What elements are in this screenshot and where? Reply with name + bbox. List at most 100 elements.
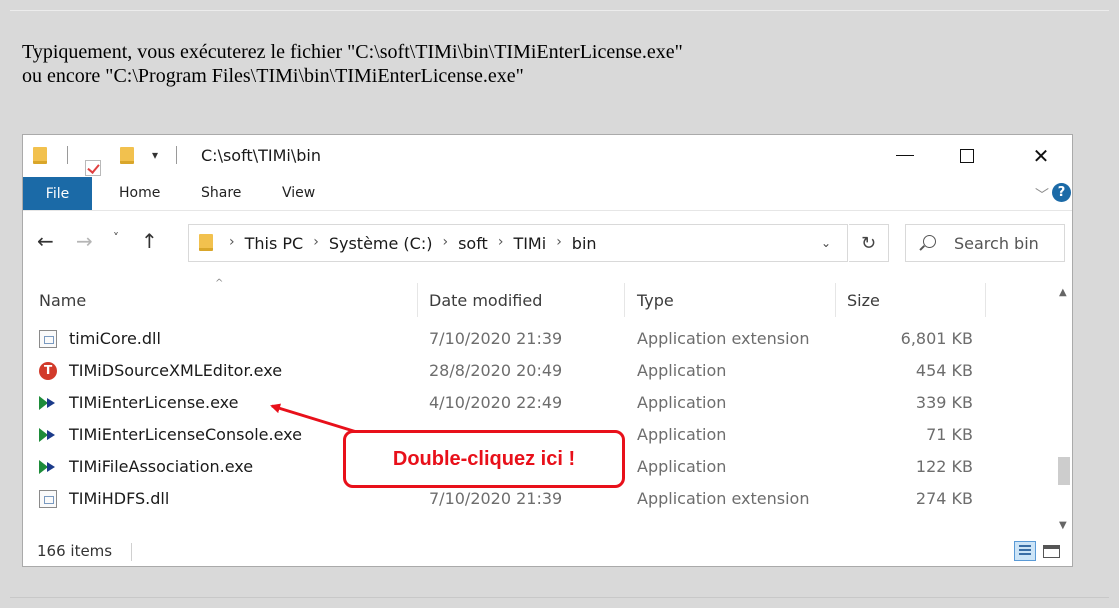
file-row[interactable]: timiCore.dll 7/10/2020 21:39 Application… xyxy=(23,322,1033,354)
title-bar: ▾ C:\soft\TIMi\bin ✕ xyxy=(23,135,1072,176)
folder-icon xyxy=(33,147,47,164)
column-header-type[interactable]: Type xyxy=(637,291,674,310)
minimize-button[interactable] xyxy=(875,135,935,176)
breadcrumb-separator[interactable]: › xyxy=(442,234,448,253)
separator xyxy=(176,146,177,164)
dll-icon xyxy=(39,490,57,508)
details-view-icon[interactable] xyxy=(1014,541,1036,561)
navigation-bar: ← → ˅ ↑ › This PC › Système (C:) › soft … xyxy=(23,212,1072,270)
file-size: 274 KB xyxy=(915,489,973,508)
help-icon[interactable]: ? xyxy=(1052,183,1071,202)
breadcrumb-separator: › xyxy=(229,234,235,250)
column-headers: Name Date modified Type Size xyxy=(23,283,1072,317)
separator xyxy=(67,146,68,164)
timi-app-icon xyxy=(39,362,57,380)
breadcrumb-bin[interactable]: bin xyxy=(572,234,597,253)
breadcrumb-separator[interactable]: › xyxy=(498,234,504,253)
tab-view[interactable]: View xyxy=(282,185,315,201)
file-type: Application extension xyxy=(637,489,810,508)
large-icons-view-icon[interactable] xyxy=(1041,541,1061,561)
timi-run-icon xyxy=(39,458,57,476)
search-icon xyxy=(923,235,936,248)
vertical-scrollbar[interactable]: ▲ ▼ xyxy=(1055,283,1072,533)
file-date: 7/10/2020 21:39 xyxy=(429,489,563,508)
column-divider[interactable] xyxy=(417,283,418,317)
tab-home[interactable]: Home xyxy=(119,185,160,201)
file-type: Application xyxy=(637,457,727,476)
intro-line-1: Typiquement, vous exécuterez le fichier … xyxy=(22,41,683,63)
column-header-date-modified[interactable]: Date modified xyxy=(429,291,542,310)
file-name: TIMiDSourceXMLEditor.exe xyxy=(69,361,283,380)
tab-file[interactable]: File xyxy=(23,177,92,210)
scroll-thumb[interactable] xyxy=(1058,457,1070,485)
intro-line-2: ou encore "C:\Program Files\TIMi\bin\TIM… xyxy=(22,65,524,87)
file-name: timiCore.dll xyxy=(69,329,161,348)
file-size: 71 KB xyxy=(926,425,973,444)
file-date: 7/10/2020 21:39 xyxy=(429,329,563,348)
search-input[interactable]: Search bin xyxy=(905,224,1065,262)
file-explorer-window: ▾ C:\soft\TIMi\bin ✕ File Home Share Vie… xyxy=(22,134,1073,567)
file-row[interactable]: TIMiDSourceXMLEditor.exe 28/8/2020 20:49… xyxy=(23,354,1033,386)
breadcrumb-separator[interactable]: › xyxy=(556,234,562,253)
close-button[interactable]: ✕ xyxy=(1011,135,1071,176)
scroll-down-icon[interactable]: ▼ xyxy=(1059,520,1067,531)
file-type: Application xyxy=(637,361,727,380)
file-row-timi-enter-license[interactable]: TIMiEnterLicense.exe 4/10/2020 22:49 App… xyxy=(23,386,1033,418)
column-header-size[interactable]: Size xyxy=(847,291,880,310)
new-folder-icon[interactable] xyxy=(120,147,134,164)
column-divider[interactable] xyxy=(624,283,625,317)
breadcrumb-soft[interactable]: soft xyxy=(458,234,488,253)
file-size: 6,801 KB xyxy=(900,329,973,348)
file-date: 28/8/2020 20:49 xyxy=(429,361,563,380)
folder-icon xyxy=(199,234,213,251)
file-name: TIMiHDFS.dll xyxy=(69,489,170,508)
quick-access-dropdown-icon[interactable]: ▾ xyxy=(152,148,158,162)
breadcrumb: › This PC › Système (C:) › soft › TIMi ›… xyxy=(229,234,597,253)
intro-text: Typiquement, vous exécuterez le fichier … xyxy=(22,40,683,88)
column-header-name[interactable]: Name xyxy=(39,291,86,310)
back-button[interactable]: ← xyxy=(37,229,54,253)
address-dropdown-icon[interactable]: ⌄ xyxy=(821,236,831,250)
file-size: 122 KB xyxy=(915,457,973,476)
maximize-button[interactable] xyxy=(937,135,997,176)
properties-icon[interactable] xyxy=(85,159,101,176)
recent-locations-icon[interactable]: ˅ xyxy=(113,231,119,245)
window-title: C:\soft\TIMi\bin xyxy=(201,146,321,165)
status-bar: 166 items xyxy=(23,535,1072,566)
file-name: TIMiEnterLicense.exe xyxy=(69,393,239,412)
file-name: TIMiFileAssociation.exe xyxy=(69,457,254,476)
timi-run-icon xyxy=(39,394,57,412)
file-type: Application xyxy=(637,425,727,444)
scroll-up-icon[interactable]: ▲ xyxy=(1059,287,1067,298)
timi-run-icon xyxy=(39,426,57,444)
forward-button[interactable]: → xyxy=(76,229,93,253)
refresh-icon: ↻ xyxy=(860,232,877,254)
minimize-icon xyxy=(896,155,914,156)
item-count: 166 items xyxy=(37,542,113,560)
expand-ribbon-icon[interactable]: ﹀ xyxy=(1035,185,1049,205)
breadcrumb-separator[interactable]: › xyxy=(313,234,319,253)
refresh-button[interactable]: ↻ xyxy=(849,224,889,262)
address-bar[interactable]: › This PC › Système (C:) › soft › TIMi ›… xyxy=(188,224,848,262)
column-divider[interactable] xyxy=(835,283,836,317)
search-placeholder: Search bin xyxy=(954,234,1039,253)
annotation-callout: Double-cliquez ici ! xyxy=(343,430,625,488)
ribbon-tabs: File Home Share View ﹀ ? xyxy=(23,176,1072,211)
tab-share[interactable]: Share xyxy=(201,185,241,201)
dll-icon xyxy=(39,330,57,348)
breadcrumb-this-pc[interactable]: This PC xyxy=(245,234,304,253)
file-type: Application xyxy=(637,393,727,412)
separator xyxy=(131,543,132,561)
annotation-callout-text: Double-cliquez ici ! xyxy=(392,447,576,470)
file-size: 454 KB xyxy=(915,361,973,380)
maximize-icon xyxy=(960,148,974,163)
file-type: Application extension xyxy=(637,329,810,348)
up-button[interactable]: ↑ xyxy=(141,229,158,253)
breadcrumb-systeme-c[interactable]: Système (C:) xyxy=(329,234,433,253)
file-size: 339 KB xyxy=(915,393,973,412)
file-name: TIMiEnterLicenseConsole.exe xyxy=(69,425,302,444)
column-divider[interactable] xyxy=(985,283,986,317)
file-date: 4/10/2020 22:49 xyxy=(429,393,563,412)
breadcrumb-timi[interactable]: TIMi xyxy=(513,234,546,253)
close-icon: ✕ xyxy=(1032,143,1050,168)
